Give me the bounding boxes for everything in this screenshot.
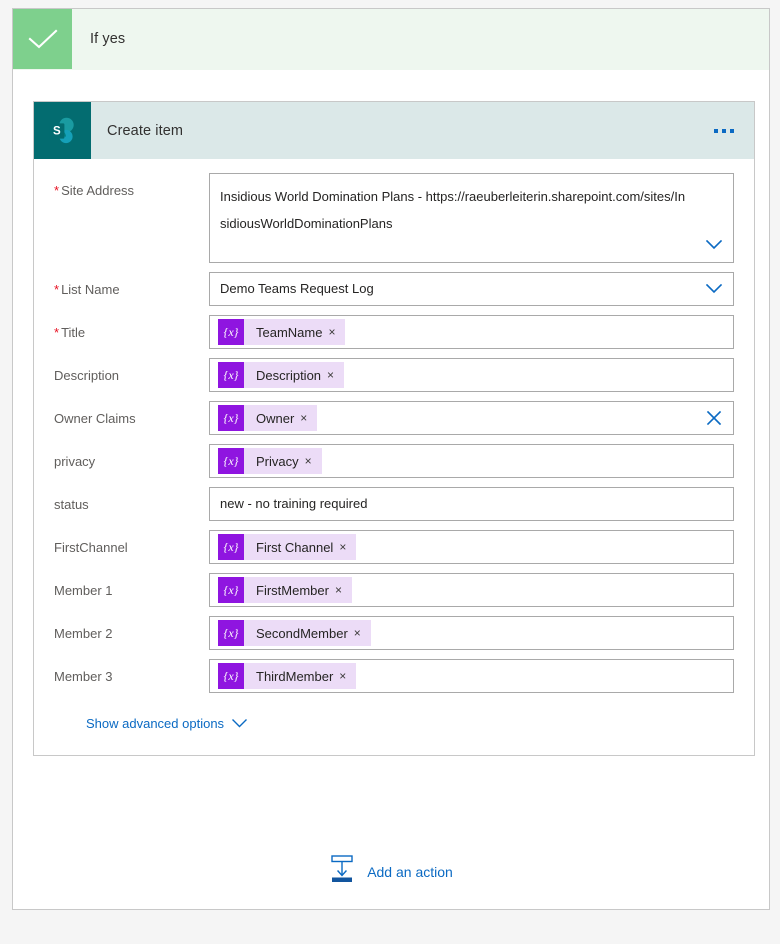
- field-row-status: status new - no training required: [54, 487, 734, 521]
- title-input[interactable]: {x} TeamName ×: [209, 315, 734, 349]
- field-label-member-1: Member 1: [54, 573, 209, 600]
- token-remove-icon[interactable]: ×: [339, 541, 356, 553]
- token-remove-icon[interactable]: ×: [327, 369, 344, 381]
- token-label: Description: [244, 368, 327, 383]
- privacy-input[interactable]: {x} Privacy ×: [209, 444, 734, 478]
- token-label: First Channel: [244, 540, 339, 555]
- field-label-owner-claims: Owner Claims: [54, 401, 209, 428]
- dynamic-content-token[interactable]: {x} TeamName ×: [218, 319, 345, 345]
- dynamic-content-token[interactable]: {x} ThirdMember ×: [218, 663, 356, 689]
- description-input[interactable]: {x} Description ×: [209, 358, 734, 392]
- dynamic-content-token[interactable]: {x} First Channel ×: [218, 534, 356, 560]
- expression-icon: {x}: [218, 663, 244, 689]
- list-name-input[interactable]: Demo Teams Request Log: [209, 272, 734, 306]
- chevron-down-icon[interactable]: [704, 235, 724, 255]
- field-row-title: *Title {x} TeamName ×: [54, 315, 734, 349]
- dynamic-content-token[interactable]: {x} SecondMember ×: [218, 620, 371, 646]
- owner-claims-input[interactable]: {x} Owner ×: [209, 401, 734, 435]
- expression-icon: {x}: [218, 448, 244, 474]
- field-row-member-2: Member 2 {x} SecondMember ×: [54, 616, 734, 650]
- field-label-title: *Title: [54, 315, 209, 342]
- card-header[interactable]: S Create item: [34, 102, 754, 159]
- field-row-member-3: Member 3 {x} ThirdMember ×: [54, 659, 734, 693]
- member-1-input[interactable]: {x} FirstMember ×: [209, 573, 734, 607]
- token-label: Privacy: [244, 454, 305, 469]
- token-remove-icon[interactable]: ×: [305, 455, 322, 467]
- chevron-down-icon: [232, 716, 247, 731]
- required-asterisk: *: [54, 282, 59, 297]
- field-row-member-1: Member 1 {x} FirstMember ×: [54, 573, 734, 607]
- field-row-list-name: *List Name Demo Teams Request Log: [54, 272, 734, 306]
- member-2-input[interactable]: {x} SecondMember ×: [209, 616, 734, 650]
- site-address-input[interactable]: Insidious World Domination Plans - https…: [209, 173, 734, 263]
- ellipsis-dot: [730, 129, 734, 133]
- token-remove-icon[interactable]: ×: [328, 326, 345, 338]
- token-remove-icon[interactable]: ×: [339, 670, 356, 682]
- ellipsis-dot: [714, 129, 718, 133]
- svg-text:S: S: [52, 125, 60, 137]
- token-label: ThirdMember: [244, 669, 339, 684]
- chevron-down-icon[interactable]: [704, 279, 724, 299]
- list-name-value: Demo Teams Request Log: [220, 280, 374, 298]
- token-label: FirstMember: [244, 583, 335, 598]
- token-remove-icon[interactable]: ×: [335, 584, 352, 596]
- token-remove-icon[interactable]: ×: [300, 412, 317, 424]
- field-label-description: Description: [54, 358, 209, 385]
- required-asterisk: *: [54, 183, 59, 198]
- field-row-first-channel: FirstChannel {x} First Channel ×: [54, 530, 734, 564]
- dynamic-content-token[interactable]: {x} Privacy ×: [218, 448, 322, 474]
- field-label-text: Title: [61, 325, 85, 340]
- token-label: SecondMember: [244, 626, 354, 641]
- field-label-first-channel: FirstChannel: [54, 530, 209, 557]
- token-label: Owner: [244, 411, 300, 426]
- show-advanced-options-link[interactable]: Show advanced options: [86, 716, 247, 731]
- if-yes-scope: If yes S Create item: [12, 8, 770, 910]
- required-asterisk: *: [54, 325, 59, 340]
- checkmark-icon: [13, 9, 72, 69]
- sharepoint-icon: S: [34, 102, 91, 159]
- expression-icon: {x}: [218, 405, 244, 431]
- field-label-text: Site Address: [61, 183, 134, 198]
- add-an-action-button[interactable]: Add an action: [13, 854, 769, 889]
- token-remove-icon[interactable]: ×: [354, 627, 371, 639]
- scope-title: If yes: [72, 9, 125, 69]
- field-label-list-name: *List Name: [54, 272, 209, 299]
- status-input[interactable]: new - no training required: [209, 487, 734, 521]
- add-an-action-label: Add an action: [367, 864, 453, 880]
- dynamic-content-token[interactable]: {x} Owner ×: [218, 405, 317, 431]
- field-label-privacy: privacy: [54, 444, 209, 471]
- expression-icon: {x}: [218, 319, 244, 345]
- site-address-value: Insidious World Domination Plans - https…: [220, 183, 723, 237]
- insert-action-icon: [329, 854, 355, 889]
- field-label-site-address: *Site Address: [54, 173, 209, 200]
- field-label-member-3: Member 3: [54, 659, 209, 686]
- token-label: TeamName: [244, 325, 328, 340]
- expression-icon: {x}: [218, 620, 244, 646]
- card-body: *Site Address Insidious World Domination…: [34, 159, 754, 755]
- expression-icon: {x}: [218, 362, 244, 388]
- ellipsis-dot: [722, 129, 726, 133]
- field-label-status: status: [54, 487, 209, 514]
- ellipsis-icon[interactable]: [708, 102, 740, 159]
- field-label-text: List Name: [61, 282, 120, 297]
- status-value: new - no training required: [220, 495, 367, 513]
- field-row-description: Description {x} Description ×: [54, 358, 734, 392]
- field-row-site-address: *Site Address Insidious World Domination…: [54, 173, 734, 263]
- field-label-member-2: Member 2: [54, 616, 209, 643]
- show-advanced-options-label: Show advanced options: [86, 716, 224, 731]
- field-row-privacy: privacy {x} Privacy ×: [54, 444, 734, 478]
- create-item-card: S Create item *Site Address Insidious Wo…: [33, 101, 755, 756]
- dynamic-content-token[interactable]: {x} FirstMember ×: [218, 577, 352, 603]
- member-3-input[interactable]: {x} ThirdMember ×: [209, 659, 734, 693]
- card-title: Create item: [91, 102, 183, 159]
- scope-header: If yes: [13, 9, 769, 70]
- field-row-owner-claims: Owner Claims {x} Owner ×: [54, 401, 734, 435]
- dynamic-content-token[interactable]: {x} Description ×: [218, 362, 344, 388]
- expression-icon: {x}: [218, 577, 244, 603]
- close-icon[interactable]: [705, 409, 723, 427]
- expression-icon: {x}: [218, 534, 244, 560]
- first-channel-input[interactable]: {x} First Channel ×: [209, 530, 734, 564]
